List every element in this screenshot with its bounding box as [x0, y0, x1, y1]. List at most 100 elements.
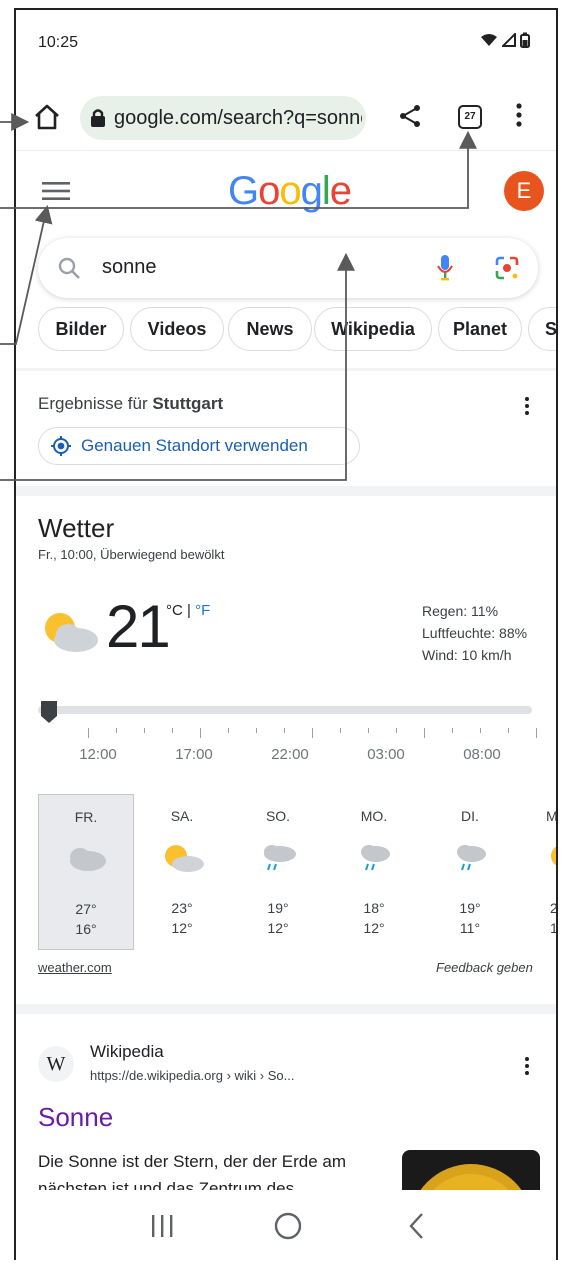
- hour-tick: [116, 728, 117, 733]
- wiki-url[interactable]: https://de.wikipedia.org › wiki › So...: [90, 1068, 294, 1083]
- wiki-site-name[interactable]: Wikipedia: [90, 1042, 164, 1062]
- status-time: 10:25: [38, 34, 79, 51]
- weather-subtitle: Fr., 10:00, Überwiegend bewölkt: [38, 547, 225, 562]
- wiki-result-title[interactable]: Sonne: [38, 1102, 113, 1133]
- day-high: 27°: [75, 901, 97, 917]
- home-nav-icon[interactable]: [274, 1212, 302, 1240]
- day-low: 16°: [75, 921, 97, 937]
- hour-label: 17:00: [175, 746, 213, 763]
- hour-tick: [144, 728, 145, 733]
- unit-separator: |: [182, 602, 196, 619]
- forecast-day-so[interactable]: SO. 19° 12°: [230, 794, 326, 950]
- lock-icon: [91, 109, 105, 127]
- day-low: 12°: [171, 920, 193, 936]
- hour-tick: [200, 728, 201, 738]
- hour-tick: [172, 728, 173, 733]
- forecast-day-di[interactable]: DI. 19° 11°: [422, 794, 518, 950]
- weather-source-link[interactable]: weather.com: [38, 960, 112, 975]
- day-name: SA.: [170, 808, 194, 824]
- hour-tick: [508, 728, 509, 733]
- google-lens-icon[interactable]: [494, 255, 520, 281]
- url-text: google.com/search?q=sonne: [114, 107, 362, 129]
- day-name: SO.: [265, 808, 291, 824]
- chip-wikipedia[interactable]: Wikipedia: [314, 307, 432, 351]
- home-icon[interactable]: [32, 102, 62, 132]
- day-name: MO.: [360, 808, 388, 824]
- location-target-icon: [51, 436, 71, 456]
- feedback-link[interactable]: Feedback geben: [436, 960, 533, 975]
- day-name: FR.: [74, 809, 98, 825]
- back-icon[interactable]: [408, 1212, 424, 1240]
- system-nav-bar: [16, 1190, 556, 1260]
- more-vert-icon[interactable]: [524, 1056, 530, 1076]
- location-label: Ergebnisse für Stuttgart: [38, 394, 223, 414]
- account-avatar[interactable]: E: [504, 171, 544, 211]
- chip-bilder[interactable]: Bilder: [38, 307, 124, 351]
- battery-icon: [520, 32, 530, 48]
- forecast-day-mo[interactable]: MO. 18° 12°: [326, 794, 422, 950]
- day-low: 1: [550, 920, 558, 936]
- forecast-day-fr[interactable]: FR. 27° 16°: [38, 794, 134, 950]
- rain-icon: [422, 842, 518, 875]
- day-high: 19°: [459, 900, 481, 916]
- humidity-detail: Luftfeuchte: 88%: [422, 625, 528, 641]
- search-icon: [58, 257, 80, 279]
- google-logo-letter: l: [321, 169, 331, 213]
- hour-tick: [368, 728, 369, 733]
- hour-tick: [340, 728, 341, 733]
- more-vert-icon[interactable]: [524, 396, 530, 416]
- microphone-icon[interactable]: [436, 254, 454, 282]
- wiki-snippet: Die Sonne ist der Stern, der der Erde am…: [38, 1152, 347, 1194]
- hour-label: 08:00: [463, 746, 501, 763]
- hour-slider-track[interactable]: [38, 706, 532, 714]
- google-header: Google E: [16, 150, 556, 221]
- hour-tick: [312, 728, 313, 738]
- signal-icon: [502, 33, 516, 47]
- chip-st[interactable]: St: [528, 307, 556, 351]
- unit-celsius[interactable]: °C: [166, 602, 183, 619]
- chip-videos[interactable]: Videos: [130, 307, 224, 351]
- location-prefix: Ergebnisse für: [38, 394, 153, 413]
- day-high: 23°: [171, 900, 193, 916]
- google-logo-letter: e: [329, 169, 352, 213]
- hour-tick: [452, 728, 453, 733]
- search-input[interactable]: sonne: [102, 256, 157, 279]
- search-box[interactable]: sonne: [38, 238, 538, 298]
- rain-icon: [326, 842, 422, 875]
- section-divider: [16, 486, 556, 496]
- url-bar[interactable]: google.com/search?q=sonne: [80, 96, 366, 140]
- hour-tick: [228, 728, 229, 733]
- unit-fahrenheit[interactable]: °F: [195, 602, 210, 619]
- day-name: DI.: [461, 808, 479, 824]
- google-logo-letter: o: [279, 169, 301, 213]
- chip-planet[interactable]: Planet: [438, 307, 522, 351]
- current-temperature: 21: [106, 593, 171, 660]
- status-icons: [480, 32, 530, 48]
- more-vert-icon[interactable]: [514, 102, 524, 128]
- wind-detail: Wind: 10 km/h: [422, 647, 512, 663]
- google-logo-letter: G: [228, 169, 259, 213]
- google-logo[interactable]: Google: [228, 169, 352, 214]
- google-logo-letter: g: [300, 169, 323, 213]
- hour-tick: [284, 728, 285, 733]
- partly-cloudy-icon: [45, 613, 98, 652]
- hour-label: 22:00: [271, 746, 309, 763]
- use-precise-location-button[interactable]: Genauen Standort verwenden: [38, 427, 360, 465]
- share-icon[interactable]: [398, 104, 422, 128]
- recent-apps-icon[interactable]: [150, 1214, 174, 1238]
- chip-news[interactable]: News: [228, 307, 312, 351]
- hour-slider-handle[interactable]: [38, 700, 60, 724]
- divider: [16, 368, 556, 371]
- partly-sunny-icon: [548, 842, 556, 875]
- hamburger-menu-icon[interactable]: [42, 181, 70, 201]
- tab-switcher-button[interactable]: 27: [458, 105, 482, 129]
- wifi-icon: [481, 34, 497, 46]
- google-logo-letter: o: [258, 169, 280, 213]
- rain-detail: Regen: 11%: [422, 603, 499, 619]
- phone-screen: 10:25 google.com/search?q=sonne 27 Googl…: [14, 8, 558, 1260]
- use-precise-location-label: Genauen Standort verwenden: [81, 436, 308, 455]
- temperature-units: °C | °F: [166, 602, 210, 619]
- forecast-day-mi[interactable]: M 2 1: [518, 794, 558, 950]
- day-name: M: [546, 808, 558, 824]
- forecast-day-sa[interactable]: SA. 23° 12°: [134, 794, 230, 950]
